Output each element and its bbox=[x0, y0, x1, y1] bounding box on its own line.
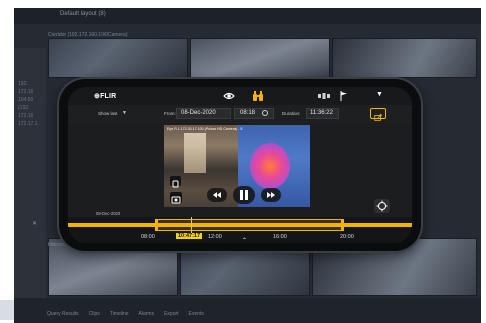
background-side-numbers: 192. 172.16 104.50 (192. 172.16 172.17.1 bbox=[18, 80, 46, 128]
side-number: 172.16 bbox=[18, 113, 34, 119]
phone-notch bbox=[414, 119, 421, 195]
snapshot-icon[interactable] bbox=[170, 192, 182, 204]
from-label: From: bbox=[164, 111, 176, 116]
show-last-dropdown[interactable]: Show last bbox=[98, 111, 118, 116]
chevron-down-icon[interactable]: ▼ bbox=[376, 91, 383, 98]
video-light-area bbox=[184, 133, 206, 173]
bottom-tab-query-results[interactable]: Query Results bbox=[47, 311, 79, 317]
flag-icon[interactable] bbox=[340, 91, 348, 101]
pause-button[interactable] bbox=[233, 186, 255, 204]
side-number: 104.50 bbox=[18, 97, 34, 103]
background-close-icon[interactable]: ✕ bbox=[32, 220, 37, 227]
background-window-title: Default layout (8) bbox=[60, 11, 106, 17]
export-icon bbox=[374, 114, 382, 121]
background-intersect-label: Intersect bbox=[48, 242, 68, 248]
flir-logo: ⊕FLIR bbox=[94, 93, 117, 100]
rewind-icon bbox=[213, 192, 221, 198]
pause-icon bbox=[240, 190, 248, 200]
duration-label: Duration: bbox=[282, 111, 301, 116]
video-camera-label: Eye R L 172.30.17.100 (Pulsar HD Camera)… bbox=[167, 127, 243, 131]
clock-icon[interactable] bbox=[262, 110, 268, 116]
chevron-down-icon[interactable]: ▼ bbox=[122, 110, 127, 116]
fast-forward-button[interactable] bbox=[261, 188, 281, 202]
background-camera-tile[interactable] bbox=[48, 38, 188, 78]
phone-screen: ⊕FLIR ▼ Show last ▼ From: 08-Dec-2020 08… bbox=[68, 87, 412, 243]
camera-switch-icon[interactable] bbox=[170, 176, 181, 188]
playhead-time-label: 10:47:17 bbox=[176, 233, 203, 239]
video-player[interactable]: Eye R L 172.30.17.100 (Pulsar HD Camera)… bbox=[164, 125, 310, 207]
background-titlebar: Default layout (8) bbox=[14, 8, 481, 24]
date-value: 08-Dec-2020 bbox=[181, 110, 216, 116]
time-field[interactable]: 08:18 bbox=[234, 108, 274, 119]
date-field[interactable]: 08-Dec-2020 bbox=[176, 108, 329, 119]
background-corner bbox=[0, 300, 14, 320]
bottom-tab-export[interactable]: Export bbox=[164, 311, 178, 317]
bottom-tab-clips[interactable]: Clips bbox=[89, 311, 100, 317]
time-value: 08:18 bbox=[240, 110, 256, 116]
timeline[interactable]: 08:00 12:00 16:00 20:00 10:47:17 ⌃ bbox=[68, 217, 412, 243]
screenshot-scene: Default layout (8) Corridor (192.172.160… bbox=[0, 0, 486, 323]
app-top-bar: ⊕FLIR ▼ bbox=[68, 87, 412, 105]
background-camera-tile[interactable] bbox=[190, 38, 330, 78]
bottom-tab-events[interactable]: Events bbox=[189, 311, 204, 317]
duration-field[interactable]: 11:36:22 bbox=[306, 108, 339, 119]
timeline-selected-range[interactable] bbox=[155, 219, 344, 231]
thermal-heat-signature bbox=[250, 143, 290, 189]
rewind-button[interactable] bbox=[207, 188, 227, 202]
chevron-up-icon[interactable]: ⌃ bbox=[242, 238, 247, 243]
side-number: (192. bbox=[18, 105, 30, 111]
timeline-date-label: 08-Dec-2020 bbox=[96, 211, 121, 216]
background-camera-tile[interactable] bbox=[332, 38, 477, 78]
crosshair-icon bbox=[376, 200, 388, 212]
side-number: 172.17.1 bbox=[18, 121, 38, 127]
duration-value: 11:36:22 bbox=[310, 110, 333, 116]
bottom-tab-alarms[interactable]: Alarms bbox=[139, 311, 155, 317]
timeline-tick-label: 16:00 bbox=[273, 234, 287, 240]
locate-button[interactable] bbox=[374, 199, 390, 213]
side-number: 192. bbox=[18, 81, 28, 87]
side-number: 172.16 bbox=[18, 89, 34, 95]
binoculars-icon[interactable] bbox=[252, 90, 264, 102]
export-button[interactable] bbox=[370, 108, 386, 121]
search-controls-row: Show last ▼ From: 08-Dec-2020 08:18 Dura… bbox=[68, 105, 412, 123]
range-start-handle[interactable] bbox=[155, 219, 158, 231]
bottom-tab-timeline[interactable]: Timeline bbox=[110, 311, 129, 317]
phone-frame: ⊕FLIR ▼ Show last ▼ From: 08-Dec-2020 08… bbox=[59, 79, 421, 251]
fast-forward-icon bbox=[267, 192, 275, 198]
timeline-tick-label: 08:00 bbox=[141, 234, 155, 240]
background-bottom-tabs: Query Results Clips Timeline Alarms Expo… bbox=[47, 311, 204, 317]
device-tree-icon[interactable] bbox=[318, 92, 330, 100]
range-end-handle[interactable] bbox=[341, 219, 344, 231]
timeline-tick-label: 12:00 bbox=[208, 234, 222, 240]
timeline-tick-label: 20:00 bbox=[340, 234, 354, 240]
eye-icon[interactable] bbox=[223, 91, 235, 101]
